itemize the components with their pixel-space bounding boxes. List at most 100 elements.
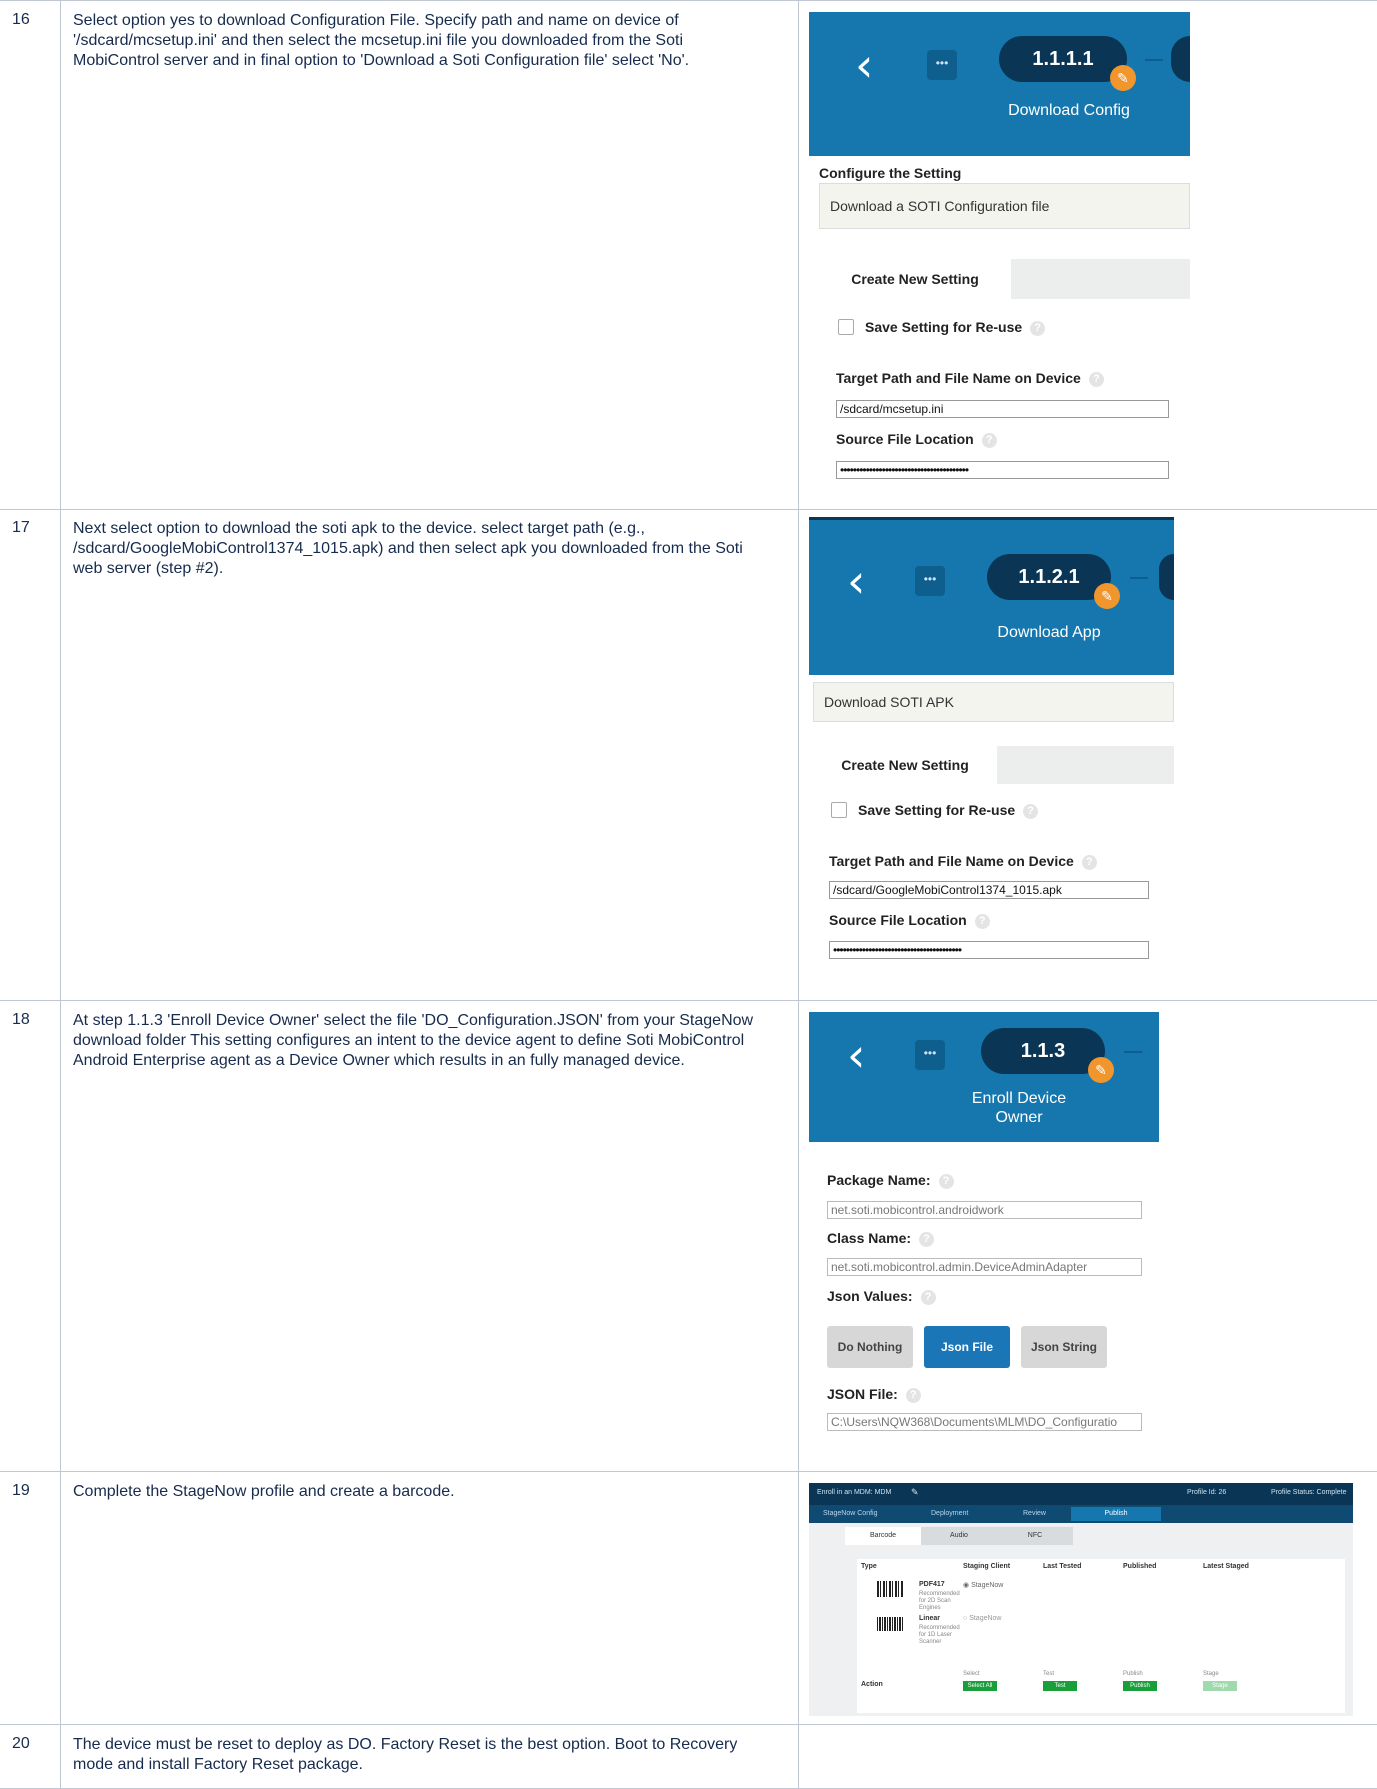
step-header: ‹ ••• 1.1.1.1 ✎ Download Config (809, 12, 1190, 156)
help-icon[interactable]: ? (938, 1173, 954, 1189)
step-number-cell: 17 (0, 509, 60, 1000)
json-file-label: JSON File:? (827, 1386, 921, 1403)
class-name-input[interactable]: net.soti.mobicontrol.admin.DeviceAdminAd… (827, 1258, 1142, 1276)
json-values-label-text: Json Values: (827, 1288, 913, 1304)
help-icon[interactable]: ? (920, 1289, 936, 1305)
step-description-cell: Complete the StageNow profile and create… (60, 1472, 798, 1724)
staging-client-radio[interactable]: ○ StageNow (963, 1615, 1001, 1622)
edit-pencil-icon[interactable]: ✎ (1094, 583, 1120, 609)
reuse-checkbox[interactable] (831, 802, 847, 818)
tab-create-new-setting[interactable]: Create New Setting (813, 746, 997, 784)
barcode-type: PDF417 (919, 1581, 945, 1588)
step-header: ‹ ••• 1.1.3 ✎ Enroll Device Owner (809, 1012, 1159, 1142)
edit-profile-icon[interactable]: ✎ (911, 1487, 919, 1498)
package-name-input[interactable]: net.soti.mobicontrol.androidwork (827, 1201, 1142, 1219)
tab-nfc[interactable]: NFC (997, 1527, 1073, 1545)
help-icon[interactable]: ? (905, 1387, 921, 1403)
help-icon[interactable]: ? (1030, 320, 1046, 336)
tab-audio[interactable]: Audio (921, 1527, 997, 1545)
column-header: Last Tested (1043, 1563, 1082, 1570)
step-badge[interactable]: 1.1.1.1 (999, 36, 1127, 82)
reuse-label: Save Setting for Re-use? (858, 802, 1039, 819)
step-screenshot-cell: ‹ ••• 1.1.1.1 ✎ Download Config Configur… (798, 1, 1377, 509)
do-nothing-button[interactable]: Do Nothing (827, 1326, 913, 1368)
connector-line (1124, 1051, 1142, 1053)
barcode-type: Linear (919, 1615, 941, 1622)
target-path-input[interactable]: /sdcard/mcsetup.ini (836, 400, 1169, 418)
publish-button[interactable]: Publish (1123, 1681, 1157, 1691)
source-file-input[interactable]: •••••••••••••••••••••••••••••••••••••••• (836, 461, 1169, 479)
staging-client-label: StageNow (971, 1582, 1004, 1589)
screenshot-enroll-device-owner: ‹ ••• 1.1.3 ✎ Enroll Device Owner Packag… (809, 1012, 1159, 1459)
package-name-label: Package Name:? (827, 1172, 954, 1189)
step-number-cell: 20 (0, 1725, 60, 1788)
edit-pencil-icon[interactable]: ✎ (1110, 65, 1136, 91)
source-file-input[interactable]: •••••••••••••••••••••••••••••••••••••••• (829, 941, 1149, 959)
step-number: 20 (12, 1735, 30, 1752)
tab-barcode[interactable]: Barcode (845, 1527, 921, 1545)
profile-header: Enroll in an MDM: MDM ✎ Profile Id: 26 P… (809, 1483, 1353, 1505)
profile-title: Enroll in an MDM: MDM (817, 1489, 892, 1496)
reuse-checkbox[interactable] (838, 319, 854, 335)
class-name-label-text: Class Name: (827, 1230, 912, 1246)
test-button[interactable]: Test (1043, 1681, 1077, 1691)
reuse-label-text: Save Setting for Re-use (858, 802, 1016, 818)
step-badge[interactable]: 1.1.3 (981, 1028, 1105, 1074)
wizard-step[interactable]: Deployment (931, 1510, 968, 1517)
wizard-step[interactable]: Review (1023, 1510, 1046, 1517)
next-step-badge[interactable] (1159, 554, 1174, 600)
source-file-label: Source File Location? (829, 912, 990, 929)
more-options-icon[interactable]: ••• (927, 50, 957, 80)
select-all-button[interactable]: Select All (963, 1681, 997, 1691)
json-string-button[interactable]: Json String (1021, 1326, 1107, 1368)
json-file-input[interactable]: C:\Users\NQW368\Documents\MLM\DO_Configu… (827, 1413, 1142, 1431)
target-path-label: Target Path and File Name on Device? (829, 853, 1097, 870)
wizard-step-active[interactable]: Publish (1071, 1507, 1161, 1521)
target-path-label: Target Path and File Name on Device? (836, 370, 1104, 387)
action-caption: Stage (1203, 1671, 1219, 1677)
staging-client-radio[interactable]: ◉ StageNow (963, 1581, 1003, 1589)
help-icon[interactable]: ? (1023, 803, 1039, 819)
more-options-icon[interactable]: ••• (915, 1040, 945, 1070)
wizard-step[interactable]: StageNow Config (823, 1510, 877, 1517)
action-label: Action (861, 1681, 883, 1688)
json-file-button[interactable]: Json File (924, 1326, 1010, 1368)
step-number-cell: 16 (0, 1, 60, 509)
profile-status: Profile Status: Complete (1271, 1489, 1347, 1496)
column-header: Type (861, 1563, 877, 1570)
back-arrow-icon[interactable]: ‹ (855, 42, 873, 88)
column-header: Latest Staged (1203, 1563, 1249, 1570)
column-header: Published (1123, 1563, 1157, 1570)
help-icon[interactable]: ? (919, 1231, 935, 1247)
reuse-label: Save Setting for Re-use? (865, 319, 1046, 336)
more-options-icon[interactable]: ••• (915, 566, 945, 596)
column-header: Staging Client (963, 1563, 1011, 1570)
table-row: 17 Next select option to download the so… (0, 509, 1377, 1001)
target-path-label-text: Target Path and File Name on Device (836, 370, 1081, 386)
next-step-badge[interactable] (1171, 36, 1190, 82)
barcode-table: Type Staging Client Last Tested Publishe… (857, 1559, 1345, 1713)
step-description-cell: Select option yes to download Configurat… (60, 1, 798, 509)
selected-setting[interactable]: Download SOTI APK (813, 682, 1174, 722)
back-arrow-icon[interactable]: ‹ (847, 558, 865, 604)
help-icon[interactable]: ? (981, 432, 997, 448)
target-path-input[interactable]: /sdcard/GoogleMobiControl1374_1015.apk (829, 881, 1149, 899)
table-row: 16 Select option yes to download Configu… (0, 0, 1377, 510)
back-arrow-icon[interactable]: ‹ (847, 1032, 865, 1078)
selected-setting[interactable]: Download a SOTI Configuration file (819, 183, 1190, 229)
tab-create-new-setting[interactable]: Create New Setting (819, 259, 1011, 299)
help-icon[interactable]: ? (1088, 371, 1104, 387)
wizard-bar: StageNow Config Deployment Review Publis… (809, 1505, 1353, 1523)
edit-pencil-icon[interactable]: ✎ (1088, 1057, 1114, 1083)
source-file-label-text: Source File Location (829, 912, 967, 928)
wizard-step-active-label: Publish (1104, 1510, 1128, 1517)
action-caption: Publish (1123, 1671, 1143, 1677)
step-badge[interactable]: 1.1.2.1 (987, 554, 1111, 600)
step-number-cell: 19 (0, 1472, 60, 1724)
help-icon[interactable]: ? (1081, 854, 1097, 870)
connector-line (1130, 577, 1148, 579)
target-path-label-text: Target Path and File Name on Device (829, 853, 1074, 869)
stage-button[interactable]: Stage (1203, 1681, 1237, 1691)
help-icon[interactable]: ? (974, 913, 990, 929)
json-file-label-text: JSON File: (827, 1386, 898, 1402)
